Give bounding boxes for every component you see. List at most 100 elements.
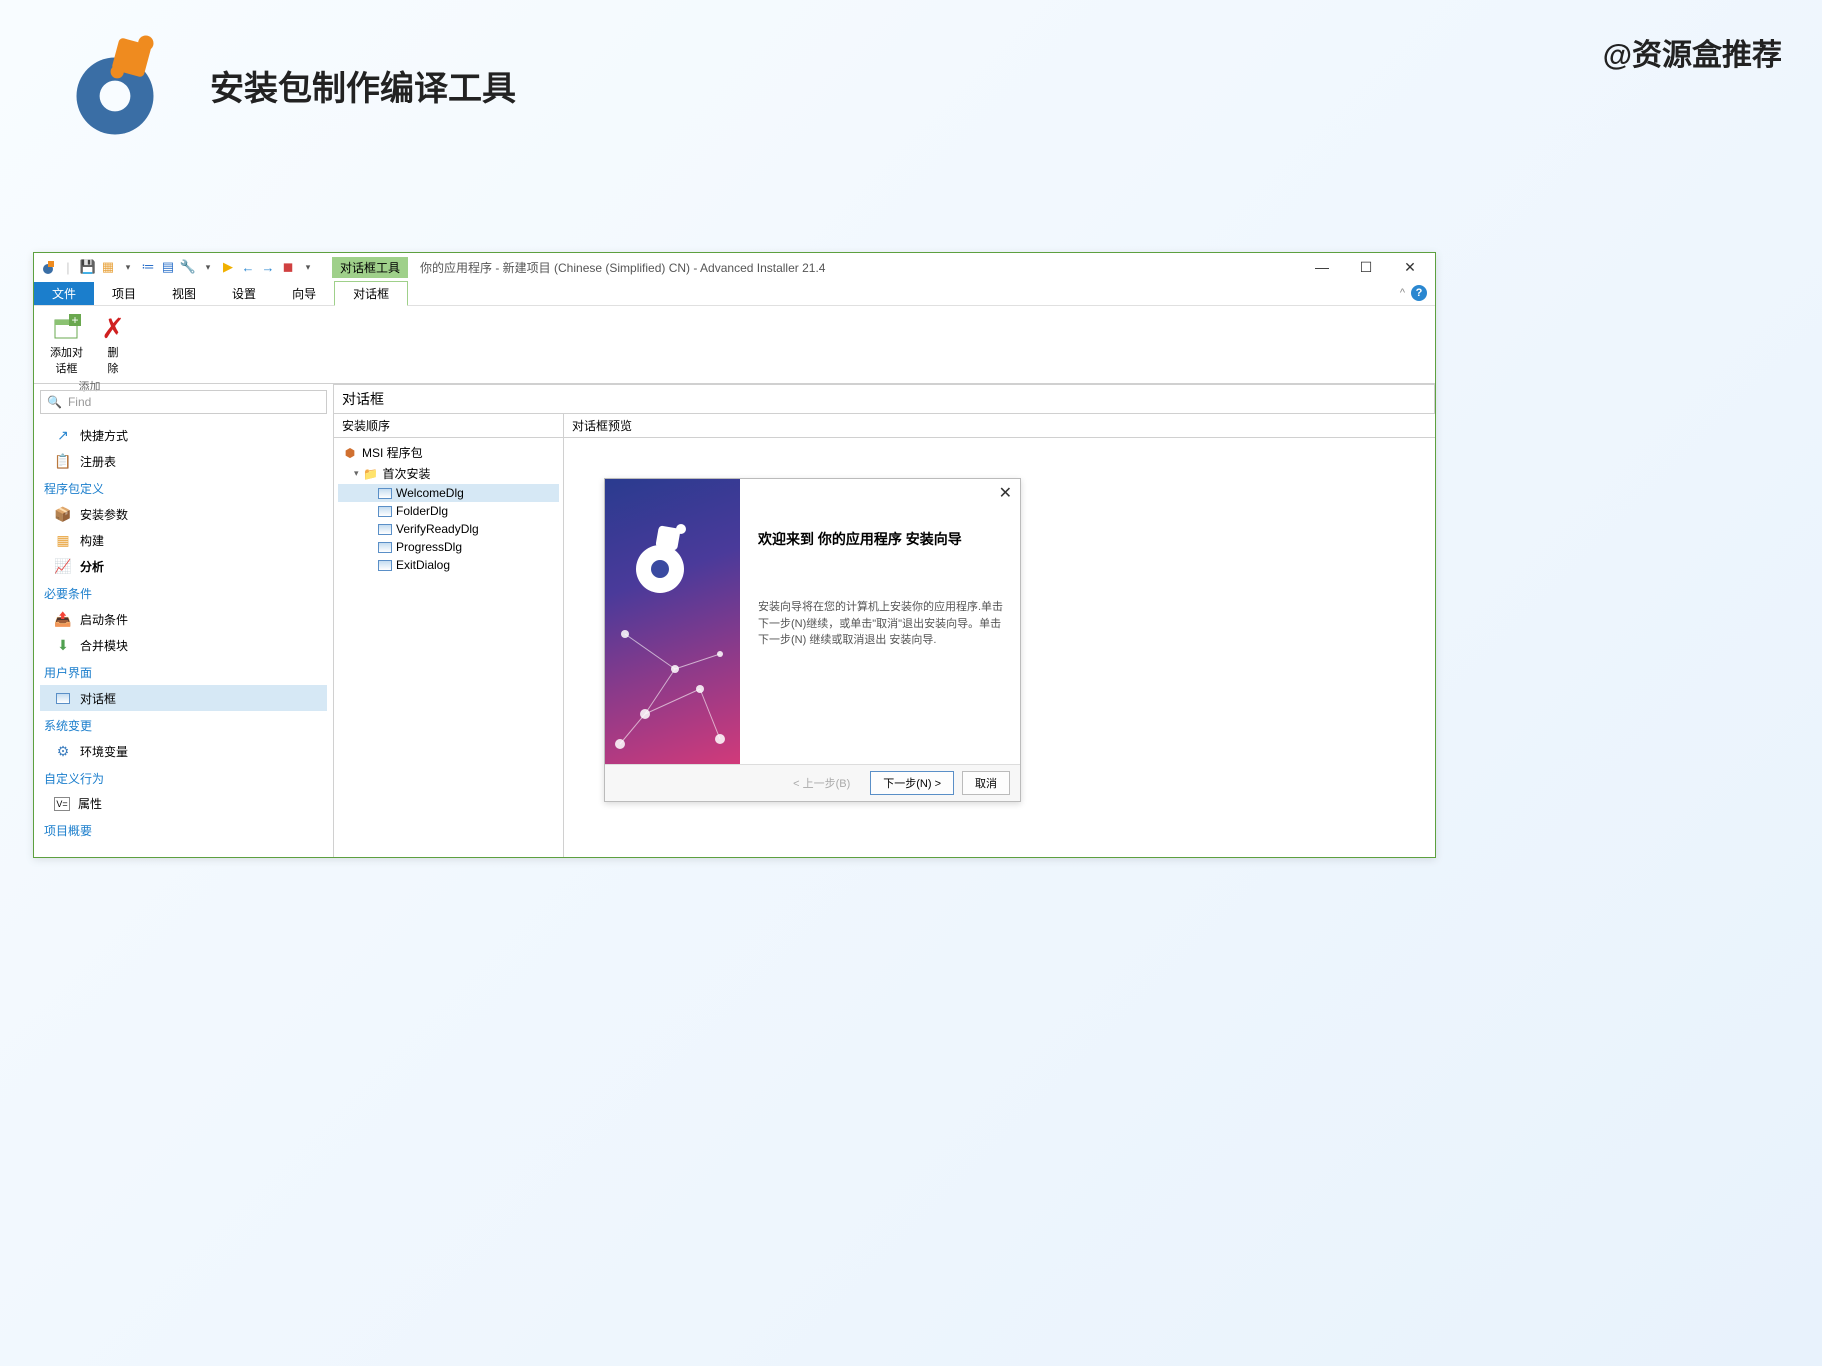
menu-project[interactable]: 项目	[94, 282, 154, 305]
tree-item-exit[interactable]: ExitDialog	[338, 556, 559, 574]
delete-icon: ✗	[97, 312, 129, 344]
nav-env[interactable]: ⚙环境变量	[40, 738, 327, 764]
search-input[interactable]: 🔍 Find	[40, 390, 327, 414]
center-panel: 对话框 安装顺序 ⬢ MSI 程序包 ▾📁首次安装 WelcomeDlg Fold…	[334, 384, 1435, 857]
delete-button[interactable]: ✗ 删 除	[95, 310, 131, 378]
tree-header: 安装顺序	[334, 414, 563, 438]
nav-params[interactable]: 📦安装参数	[40, 501, 327, 527]
minimize-button[interactable]: —	[1307, 259, 1337, 276]
wizard-banner	[605, 479, 740, 764]
nav-merge[interactable]: ⬇ 合并模块	[40, 632, 327, 658]
wizard-back-button[interactable]: < 上一步(B)	[781, 771, 862, 795]
nav-label: 注册表	[80, 453, 116, 470]
separator: |	[60, 259, 76, 275]
stop-icon[interactable]: ◼	[280, 259, 296, 275]
quick-access-toolbar: | 💾 ▦ ▾ ≔ ▤ 🔧 ▾ ▶ ← → ◼ ▾	[34, 259, 322, 275]
chevron-down-icon: ▾	[354, 468, 359, 479]
back-icon[interactable]: ←	[240, 259, 256, 275]
bricks-icon: ▦	[54, 531, 72, 549]
save-icon[interactable]: 💾	[80, 259, 96, 275]
menu-settings[interactable]: 设置	[214, 282, 274, 305]
box-icon: 📦	[54, 505, 72, 523]
menu-wizard[interactable]: 向导	[274, 282, 334, 305]
tree-label: ExitDialog	[396, 558, 450, 572]
nav-header-summary[interactable]: 项目概要	[40, 816, 327, 843]
tree-body: ⬢ MSI 程序包 ▾📁首次安装 WelcomeDlg FolderDlg Ver…	[334, 438, 563, 578]
wizard-title: 欢迎来到 你的应用程序 安装向导	[758, 529, 1004, 549]
tree-folder[interactable]: ▾📁首次安装	[338, 463, 559, 484]
dropdown-icon[interactable]: ▾	[300, 259, 316, 275]
options-icon[interactable]: ≔	[140, 259, 156, 275]
tree-root[interactable]: ⬢ MSI 程序包	[338, 442, 559, 463]
merge-icon: ⬇	[54, 636, 72, 654]
nav-launch[interactable]: 📤启动条件	[40, 606, 327, 632]
page-header: 安装包制作编译工具	[0, 0, 1822, 170]
arrow-icon: ↗	[54, 426, 72, 444]
tree-label: FolderDlg	[396, 504, 448, 518]
nav-header-system[interactable]: 系统变更	[40, 711, 327, 738]
tree-item-welcome[interactable]: WelcomeDlg	[338, 484, 559, 502]
menu-file[interactable]: 文件	[34, 282, 94, 305]
menu-view[interactable]: 视图	[154, 282, 214, 305]
banner-graphic-icon	[605, 479, 740, 764]
dialog-icon	[378, 560, 392, 571]
nav-header-prereq[interactable]: 必要条件	[40, 579, 327, 606]
package-icon: ⬢	[342, 446, 358, 460]
menubar: 文件 项目 视图 设置 向导 对话框 ^ ?	[34, 281, 1435, 306]
nav-registry[interactable]: 📋 注册表	[40, 448, 327, 474]
forward-icon[interactable]: →	[260, 259, 276, 275]
tool-icon[interactable]: 🔧	[180, 259, 196, 275]
dropdown-icon[interactable]: ▾	[200, 259, 216, 275]
nav-header-package[interactable]: 程序包定义	[40, 474, 327, 501]
add-dialog-label: 添加对 话框	[50, 344, 83, 376]
search-placeholder: Find	[68, 395, 91, 409]
nav-label: 属性	[78, 795, 102, 812]
nav-label: 合并模块	[80, 637, 128, 654]
build-icon[interactable]: ▦	[100, 259, 116, 275]
wizard-close-icon[interactable]: ✕	[999, 483, 1012, 503]
help-icon[interactable]: ?	[1411, 285, 1427, 301]
add-dialog-button[interactable]: + 添加对 话框	[48, 310, 85, 378]
nav-shortcut[interactable]: ↗ 快捷方式	[40, 422, 327, 448]
nav-build[interactable]: ▦ 构建	[40, 527, 327, 553]
nav-label: 构建	[80, 532, 104, 549]
tree-item-folder[interactable]: FolderDlg	[338, 502, 559, 520]
nav-header-custom[interactable]: 自定义行为	[40, 764, 327, 791]
tree-panel: 安装顺序 ⬢ MSI 程序包 ▾📁首次安装 WelcomeDlg FolderDl…	[334, 414, 564, 857]
tree-label: MSI 程序包	[362, 444, 423, 461]
nav-dialogs[interactable]: 对话框	[40, 685, 327, 711]
wizard-next-button[interactable]: 下一步(N) >	[870, 771, 954, 795]
tree-label: ProgressDlg	[396, 540, 462, 554]
maximize-button[interactable]: ☐	[1351, 259, 1381, 276]
tree-item-progress[interactable]: ProgressDlg	[338, 538, 559, 556]
page-title: 安装包制作编译工具	[210, 61, 516, 110]
tree-label: 首次安装	[383, 465, 431, 482]
menu-dialog-tab[interactable]: 对话框	[334, 281, 408, 306]
dialog-icon	[378, 506, 392, 517]
nav-label: 快捷方式	[80, 427, 128, 444]
panel-header: 对话框	[334, 384, 1435, 414]
nav-label: 对话框	[80, 690, 116, 707]
dialog-icon	[378, 542, 392, 553]
nav-properties[interactable]: V=属性	[40, 791, 327, 816]
nav-analyze[interactable]: 📈分析	[40, 553, 327, 579]
add-dialog-icon: +	[51, 312, 83, 344]
play-icon[interactable]: ▶	[220, 259, 236, 275]
dialog-icon	[54, 689, 72, 707]
collapse-ribbon-icon[interactable]: ^	[1400, 287, 1405, 299]
delete-label: 删 除	[108, 344, 119, 376]
wizard-cancel-button[interactable]: 取消	[962, 771, 1010, 795]
tree-item-verify[interactable]: VerifyReadyDlg	[338, 520, 559, 538]
preview-panel: 对话框预览 ✕	[564, 414, 1435, 857]
run-icon[interactable]: ▤	[160, 259, 176, 275]
env-icon: ⚙	[54, 742, 72, 760]
svg-text:+: +	[71, 314, 78, 327]
nav-label: 分析	[80, 558, 104, 575]
nav-header-ui[interactable]: 用户界面	[40, 658, 327, 685]
wizard-body-text: 安装向导将在您的计算机上安装你的应用程序.单击下一步(N)继续，或单击"取消"退…	[758, 599, 1004, 649]
registry-icon: 📋	[54, 452, 72, 470]
dialog-icon	[378, 524, 392, 535]
app-icon	[40, 259, 56, 275]
dropdown-icon[interactable]: ▾	[120, 259, 136, 275]
close-button[interactable]: ✕	[1395, 259, 1425, 276]
